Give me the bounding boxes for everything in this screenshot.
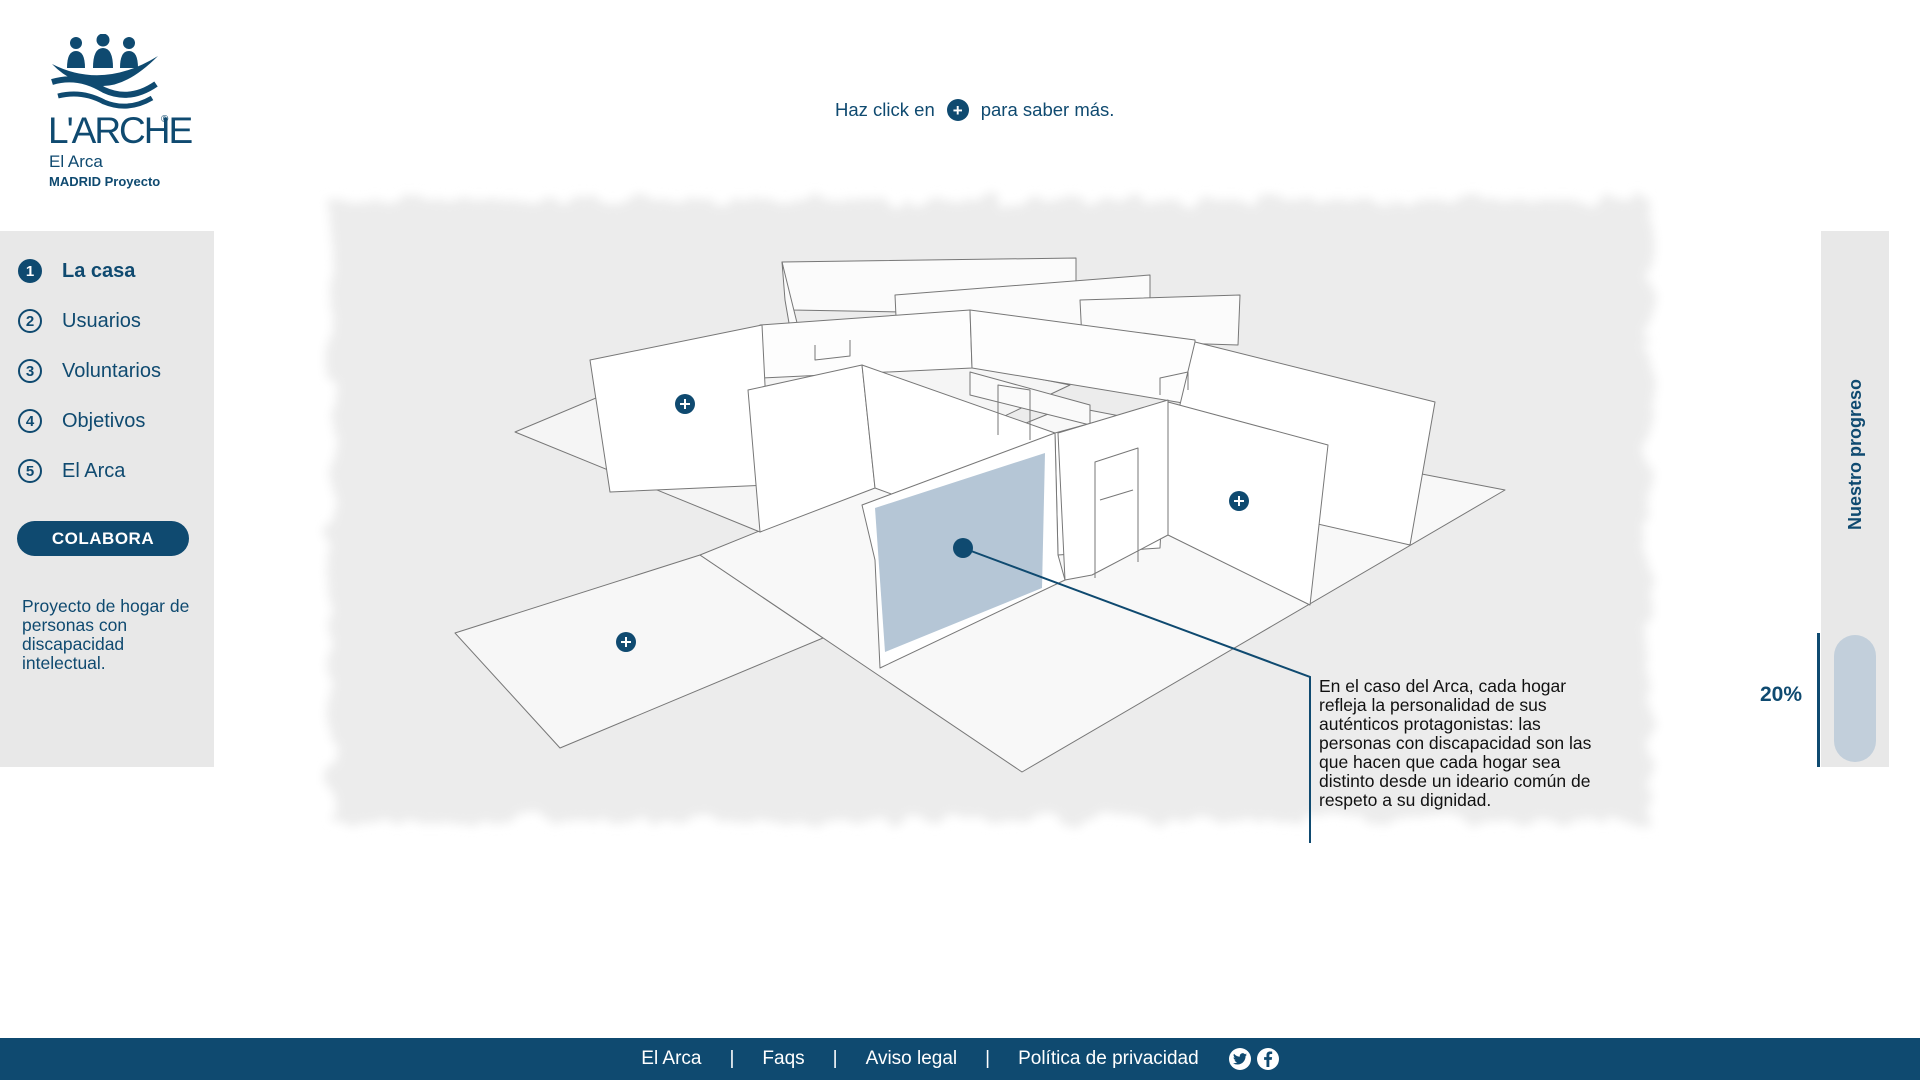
callout-text: En el caso del Arca, cada hogar refleja … — [1319, 676, 1592, 810]
wall — [1054, 401, 1169, 556]
footer-link-el-arca[interactable]: El Arca — [641, 1048, 701, 1070]
wall — [969, 309, 1196, 406]
logo-registered-mark: ® — [161, 114, 169, 125]
facebook-icon[interactable] — [1256, 1048, 1279, 1070]
wall — [861, 364, 1059, 556]
step-number-4: 4 — [18, 409, 42, 433]
progress-percent: 20% — [1760, 683, 1803, 706]
logo-people-boat-icon — [51, 34, 158, 109]
project-description: Proyecto de hogar de personas con discap… — [22, 596, 190, 673]
callout-anchor-dot[interactable] — [953, 538, 973, 558]
wall — [759, 309, 973, 379]
sidebar: 1 La casa 2 Usuarios 3 Voluntarios 4 Obj… — [0, 231, 214, 767]
footer-link-faqs[interactable]: Faqs — [762, 1048, 804, 1070]
door-frame — [1159, 371, 1189, 395]
footer-separator: | — [729, 1048, 735, 1069]
door-frame — [814, 340, 851, 361]
progress-title-label: Nuestro progreso — [1845, 378, 1866, 530]
progress-indicator — [1834, 635, 1876, 762]
instruction-hint: Haz click en + para saber más. — [835, 99, 1114, 121]
plus-hotspot-right-room[interactable] — [1229, 491, 1249, 511]
floor-slab — [454, 554, 824, 749]
sidebar-item-label: La casa — [62, 259, 136, 282]
logo-subtitle: El Arca — [49, 152, 103, 171]
sidebar-item-objetivos[interactable]: 4 Objetivos — [18, 406, 145, 436]
sidebar-item-label: Usuarios — [62, 309, 141, 332]
sidebar-item-el-arca[interactable]: 5 El Arca — [18, 456, 125, 486]
sidebar-item-label: Voluntarios — [62, 359, 161, 382]
logo[interactable]: L'ARCHE ® El Arca MADRID Proyecto — [48, 34, 193, 194]
door-frame — [997, 384, 1031, 440]
footer-separator: | — [985, 1048, 991, 1069]
logo-brand: L'ARCHE — [48, 110, 193, 151]
sidebar-item-voluntarios[interactable]: 3 Voluntarios — [18, 356, 161, 386]
wall — [969, 371, 1091, 426]
wall — [747, 364, 876, 533]
house-sketch — [330, 200, 1650, 843]
hint-text-after: para saber más. — [980, 99, 1115, 120]
plus-hotspot-left-room[interactable] — [675, 394, 695, 414]
footer: El Arca | Faqs | Aviso legal | Política … — [0, 1038, 1920, 1080]
footer-separator: | — [832, 1048, 838, 1069]
footer-link-privacidad[interactable]: Política de privacidad — [1018, 1048, 1199, 1070]
progress-track — [1817, 633, 1820, 767]
door-frame — [1099, 489, 1134, 501]
step-number-1: 1 — [18, 259, 42, 283]
step-number-3: 3 — [18, 359, 42, 383]
door-frame — [1094, 447, 1139, 578]
hint-text-before: Haz click en — [835, 99, 935, 120]
step-number-2: 2 — [18, 309, 42, 333]
logo-project-label: MADRID Proyecto — [49, 174, 161, 189]
plus-hotspot-garden[interactable] — [616, 632, 636, 652]
wall — [781, 257, 1077, 316]
wall — [894, 274, 1151, 361]
step-number-5: 5 — [18, 459, 42, 483]
callout-connector-line — [962, 547, 1311, 843]
footer-link-aviso-legal[interactable]: Aviso legal — [866, 1048, 958, 1070]
sidebar-item-la-casa[interactable]: 1 La casa — [18, 256, 135, 286]
wall — [781, 261, 801, 376]
wall — [1057, 399, 1169, 581]
progress-title: Nuestro progreso — [1833, 366, 1879, 542]
sidebar-item-usuarios[interactable]: 2 Usuarios — [18, 306, 141, 336]
plus-circle-icon: + — [946, 99, 969, 121]
floor-slab — [514, 324, 1071, 533]
wall — [1079, 294, 1241, 346]
wall — [1159, 341, 1436, 546]
sidebar-item-label: Objetivos — [62, 409, 146, 432]
colabora-button[interactable]: COLABORA — [17, 521, 189, 556]
sidebar-item-label: El Arca — [62, 459, 126, 482]
twitter-icon[interactable] — [1228, 1048, 1251, 1070]
